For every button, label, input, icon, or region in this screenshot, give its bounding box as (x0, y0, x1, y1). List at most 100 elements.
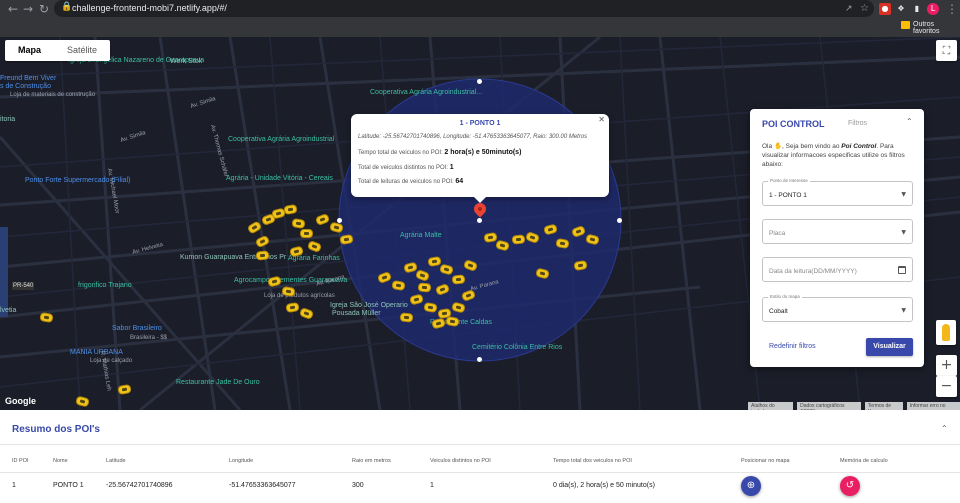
summary-title: Resumo dos POI's (12, 424, 100, 435)
extensions-puzzle-icon[interactable]: ❖ (895, 3, 907, 15)
zoom-out-icon[interactable]: − (936, 376, 957, 397)
back-icon[interactable]: ← (8, 3, 18, 15)
taxi-vehicle-icon[interactable] (417, 282, 432, 293)
map-style-label: Estilo do mapa (768, 294, 802, 299)
column-header: Nome (53, 458, 68, 464)
map-label: Restaurante Jade De Ouro (176, 379, 260, 386)
taxi-vehicle-icon[interactable] (255, 250, 270, 261)
dropdown-arrow-icon: ▼ (901, 191, 906, 198)
menu-kebab-icon[interactable]: ⋮ (946, 3, 958, 15)
tab-poi-control[interactable]: POI CONTROL (762, 119, 825, 129)
circle-handle-top[interactable] (477, 79, 482, 84)
map-type-control: Mapa Satélite (5, 40, 111, 61)
map-type-map-tab[interactable]: Mapa (5, 40, 54, 61)
dropdown-arrow-icon: ▼ (901, 229, 906, 236)
address-bar[interactable]: 🔒 challenge-frontend-mobi7.netlify.app/#… (54, 0, 874, 17)
cell-total-time: 0 dia(s), 2 hora(s) e 50 minuto(s) (553, 482, 655, 489)
column-header: Memória de calculo (840, 458, 888, 464)
map-label: Werk Stok (170, 58, 203, 65)
plate-placeholder: Placa (769, 230, 786, 237)
folder-icon (901, 21, 910, 29)
url-text: challenge-frontend-mobi7.netlify.app/#/ (72, 3, 227, 13)
map-label: MANIA URBANA (70, 349, 123, 356)
info-reads: Total de leituras de veiculos no POI: 64 (358, 178, 464, 185)
dropdown-arrow-icon: ▼ (901, 307, 906, 314)
map-label: Kumon Guarapuava Entre Rios Pr (180, 254, 287, 261)
profile-avatar[interactable]: L (927, 3, 939, 15)
column-header: Longitude (229, 458, 254, 464)
cell-id: 1 (12, 482, 16, 489)
map-attribution: Atalhos do teclado Dados cartográficos ©… (748, 402, 960, 410)
taxi-vehicle-icon[interactable] (451, 274, 466, 285)
map-label: PR-540 (12, 282, 35, 290)
circle-handle-right[interactable] (617, 218, 622, 223)
taxi-vehicle-icon[interactable] (399, 312, 414, 323)
map-label: Pousada Müller (332, 310, 381, 317)
date-placeholder: Data da leitura(DD/MM/YYYY) (769, 268, 857, 275)
map-label: Loja de materiais de construção (10, 92, 96, 98)
taxi-vehicle-icon[interactable] (511, 234, 526, 245)
table-divider (0, 472, 960, 473)
column-header: ID POI (12, 458, 29, 464)
lock-icon: 🔒 (61, 2, 73, 12)
map-label: Igreja São José Operario (330, 302, 408, 309)
poi-select-value: 1 - PONTO 1 (769, 192, 807, 199)
position-on-map-button[interactable]: ⊕ (741, 476, 761, 496)
cell-distinct: 1 (430, 482, 434, 489)
info-title: 1 - PONTO 1 (459, 120, 501, 127)
terms-link[interactable]: Termos de Uso (864, 402, 903, 410)
summary-header[interactable]: Resumo dos POI's ⌃ (0, 410, 960, 445)
cell-latitude: -25.56742701740896 (106, 482, 173, 489)
other-bookmarks[interactable]: Outros favoritos (913, 21, 960, 35)
map-style-select[interactable]: Estilo do mapa Cobalt ▼ (762, 294, 913, 322)
map-label: Agrária - Unidade Vitória - Cereais (226, 175, 333, 182)
panel-intro: Ola ✋, Seja bem vindo ao Poi Control. Pa… (762, 143, 905, 168)
poi-select[interactable]: Ponto de Interesse 1 - PONTO 1 ▼ (762, 178, 913, 206)
map-type-satellite-tab[interactable]: Satélite (54, 40, 110, 61)
zoom-in-icon[interactable]: + (936, 355, 957, 376)
map-label: itoria (0, 116, 16, 123)
keyboard-shortcuts-link[interactable]: Atalhos do teclado (748, 402, 794, 410)
plate-select[interactable]: Placa ▼ (762, 219, 913, 244)
forward-icon[interactable]: → (23, 3, 33, 15)
cell-longitude: -51.47653363645077 (229, 482, 296, 489)
street-view-pegman-icon[interactable] (936, 320, 956, 345)
column-header: Veiculos distintos no POI (430, 458, 491, 464)
chevron-up-icon[interactable]: ⌃ (906, 117, 913, 126)
report-error-link[interactable]: Informar erro no mapa (906, 402, 960, 410)
reload-icon[interactable]: ↻ (39, 3, 49, 15)
date-input[interactable]: Data da leitura(DD/MM/YYYY) (762, 257, 913, 282)
map-canvas[interactable]: Igreja Evangelica Nazareno de Guarapuava… (0, 37, 960, 410)
visualize-button[interactable]: Visualizar (866, 338, 913, 356)
fullscreen-icon[interactable]: ⛶ (936, 40, 957, 61)
taxi-vehicle-icon[interactable] (300, 229, 313, 238)
chevron-up-icon[interactable]: ⌃ (941, 424, 948, 433)
calculation-memory-button[interactable]: ↺ (840, 476, 860, 496)
google-logo: Google (5, 396, 36, 406)
column-header: Raio em metros (352, 458, 391, 464)
history-icon: ↺ (845, 480, 855, 491)
map-label: Sabor Brasileiro (112, 325, 162, 332)
map-label: Cemitério Colônia Entre Rios (472, 344, 563, 351)
map-label: s de Construção (0, 83, 51, 90)
info-time: Tempo total de veiculos no POI: 2 hora(s… (358, 149, 522, 156)
cell-name: PONTO 1 (53, 482, 84, 489)
tab-filtros[interactable]: Filtros (848, 120, 867, 127)
circle-handle-bottom[interactable] (477, 357, 482, 362)
share-icon[interactable]: ↗ (845, 3, 853, 15)
column-header: Posicionar no mapa (741, 458, 790, 464)
map-label: lvetia (0, 307, 17, 314)
cell-radius: 300 (352, 482, 364, 489)
extension-icon[interactable]: ● (879, 3, 891, 15)
close-icon[interactable]: ✕ (598, 115, 605, 124)
reset-filters-button[interactable]: Redefinir filtros (769, 343, 816, 350)
bookmark-star-icon[interactable]: ☆ (860, 3, 869, 15)
map-label: Agrária Malte (400, 232, 442, 239)
tab-search-icon[interactable]: ▮ (911, 3, 923, 15)
poi-select-label: Ponto de Interesse (768, 178, 810, 183)
map-label: Cooperativa Agrária Agroindustrial (228, 136, 335, 143)
circle-handle-center[interactable] (477, 218, 482, 223)
bookmarks-bar: Outros favoritos (0, 17, 960, 37)
calendar-icon[interactable] (898, 266, 906, 274)
map-label: Loja de produtos agrícolas (264, 293, 335, 299)
